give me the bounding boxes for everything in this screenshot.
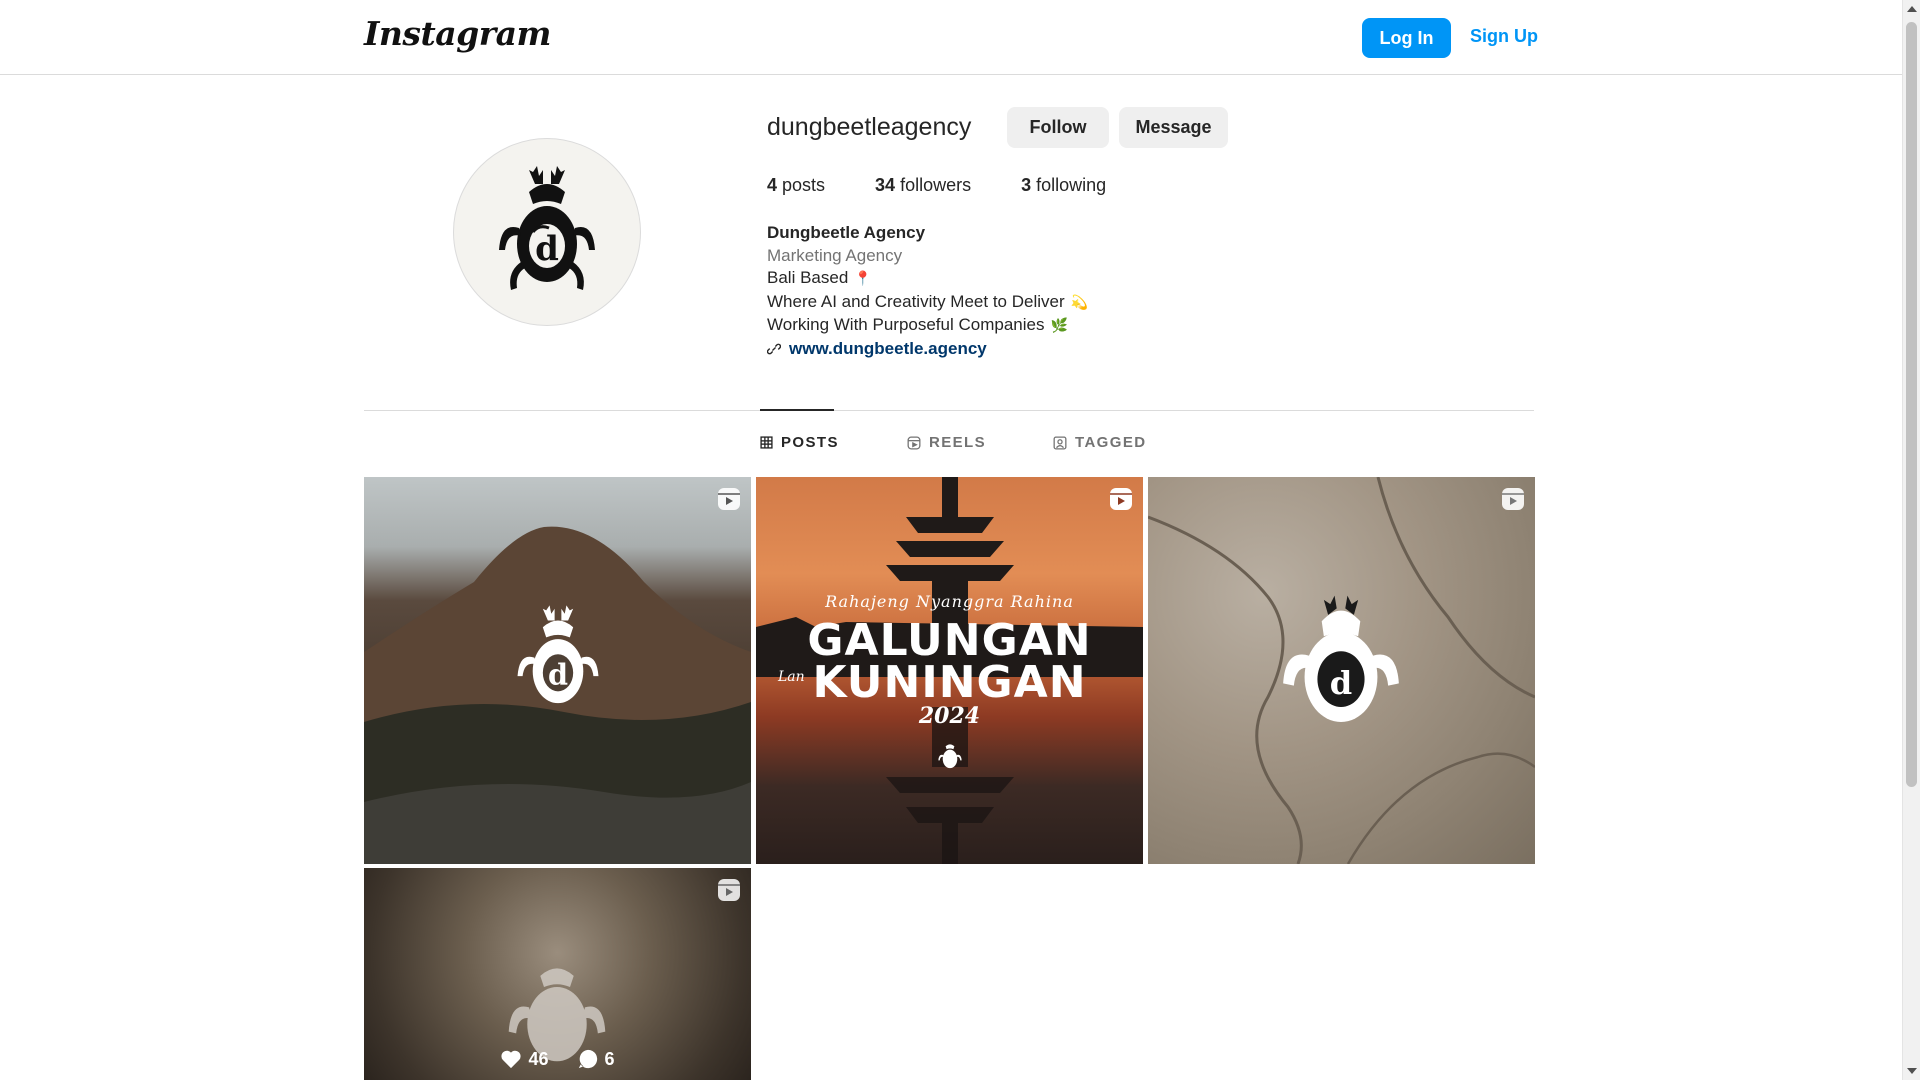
page-scrollbar[interactable] <box>1902 0 1920 1080</box>
post-thumbnail[interactable]: d <box>1148 477 1535 864</box>
followers-count[interactable]: 34 followers <box>875 175 971 196</box>
beetle-logo-icon <box>938 744 962 769</box>
message-button[interactable]: Message <box>1119 107 1228 148</box>
herb-emoji-icon: 🌿 <box>1050 318 1068 334</box>
link-icon <box>767 343 781 355</box>
profile-username: dungbeetleagency <box>767 113 972 141</box>
reel-icon <box>1502 488 1524 510</box>
reel-icon <box>1110 488 1132 510</box>
top-nav-bar: Instagram Log In Sign Up <box>0 0 1902 75</box>
tabs-divider <box>364 410 1534 411</box>
profile-avatar[interactable]: d <box>453 138 641 326</box>
bio-category: Marketing Agency <box>767 245 903 265</box>
instagram-logo[interactable]: Instagram <box>364 14 551 53</box>
beetle-sticker-icon: d <box>1283 595 1399 722</box>
heart-icon <box>501 1050 522 1069</box>
comments-count: 6 <box>577 1048 615 1070</box>
follow-button[interactable]: Follow <box>1007 107 1109 148</box>
posts-count: 4 posts <box>767 175 826 195</box>
svg-text:d: d <box>548 658 568 692</box>
post-thumbnail[interactable]: d <box>364 477 751 864</box>
dizzy-emoji-icon: 💫 <box>1070 294 1089 311</box>
grid-icon <box>760 436 773 449</box>
profile-stats: 4 posts 34 followers 3 following <box>767 175 1156 196</box>
svg-text:d: d <box>1330 664 1352 702</box>
beetle-logo-icon: d <box>517 605 599 704</box>
tab-posts[interactable]: POSTS <box>760 434 839 451</box>
post-engagement-overlay: 46 6 <box>364 1048 751 1070</box>
post-caption-year: 2024 <box>918 703 981 729</box>
post-thumbnail[interactable]: Rahajeng Nyanggra Rahina GALUNGAN Lan KU… <box>756 477 1143 864</box>
svg-text:d: d <box>535 229 559 269</box>
post-caption-title: KUNINGAN <box>812 657 1087 708</box>
active-tab-indicator <box>760 409 834 411</box>
bio-line: Where AI and Creativity Meet to Deliver 💫 <box>767 291 1089 311</box>
signup-link[interactable]: Sign Up <box>1470 26 1538 47</box>
bio-line: Bali Based 📍 <box>767 268 872 287</box>
tab-tagged[interactable]: TAGGED <box>1053 434 1146 451</box>
login-button[interactable]: Log In <box>1362 18 1451 58</box>
post-caption-script: Rahajeng Nyanggra Rahina <box>825 592 1074 611</box>
post-thumbnail[interactable]: 46 6 <box>364 868 751 1080</box>
bio-name: Dungbeetle Agency <box>767 223 926 242</box>
beetle-logo-icon: d <box>499 166 595 290</box>
reel-icon <box>718 879 740 901</box>
scroll-down-arrow-icon[interactable] <box>1907 1068 1917 1074</box>
scroll-thumb[interactable] <box>1906 22 1917 787</box>
following-count[interactable]: 3 following <box>1021 175 1106 196</box>
bio-website-link[interactable]: www.dungbeetle.agency <box>767 338 1088 361</box>
scroll-up-arrow-icon[interactable] <box>1907 6 1917 12</box>
bio-line: Working With Purposeful Companies 🌿 <box>767 315 1068 334</box>
profile-bio: Dungbeetle Agency Marketing Agency Bali … <box>767 222 1088 360</box>
reel-icon <box>718 488 740 510</box>
tagged-icon <box>1053 436 1067 449</box>
comment-icon <box>578 1049 597 1069</box>
likes-count: 46 <box>500 1048 549 1070</box>
tab-reels[interactable]: REELS <box>907 434 986 451</box>
pin-emoji-icon: 📍 <box>854 271 872 287</box>
reels-icon <box>907 436 921 449</box>
